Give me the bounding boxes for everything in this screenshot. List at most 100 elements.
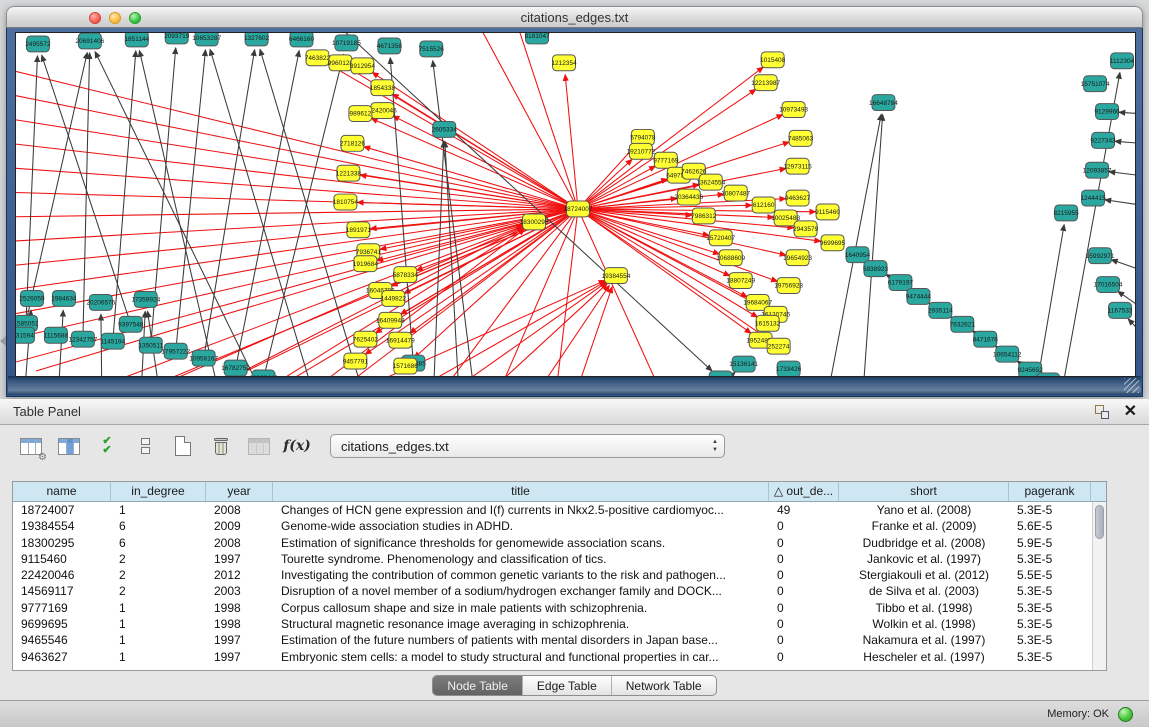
graph-node[interactable]: 9115460 xyxy=(815,204,840,220)
graph-node[interactable]: 17016504 xyxy=(1094,277,1123,293)
graph-node[interactable]: 16409948 xyxy=(376,312,405,328)
graph-node[interactable]: 18724007 xyxy=(564,201,593,217)
column-visibility-button[interactable] xyxy=(54,432,84,460)
graph-node[interactable]: 17957222 xyxy=(161,343,190,359)
cell-pagerank[interactable]: 5.3E-5 xyxy=(1009,551,1091,567)
graph-node[interactable]: 5878334 xyxy=(393,267,419,283)
cell-name[interactable]: 9465546 xyxy=(13,632,111,648)
graph-node[interactable]: 18807249 xyxy=(726,273,755,289)
graph-node[interactable]: 1115688 xyxy=(44,327,69,343)
cell-pagerank[interactable]: 5.3E-5 xyxy=(1009,600,1091,616)
graph-node[interactable]: 6179197 xyxy=(888,275,914,291)
graph-node[interactable]: 12093857 xyxy=(1083,162,1112,178)
cell-in-degree[interactable]: 1 xyxy=(111,632,206,648)
tab-edge-table[interactable]: Edge Table xyxy=(523,676,612,695)
table-row[interactable]: 946362711997Embryonic stem cells: a mode… xyxy=(13,649,1106,665)
graph-node[interactable]: 16648784 xyxy=(869,95,898,111)
cell-name[interactable]: 18300295 xyxy=(13,535,111,551)
column-header-pagerank[interactable]: pagerank xyxy=(1009,482,1091,501)
new-table-button[interactable] xyxy=(168,432,198,460)
cell-year[interactable]: 2012 xyxy=(206,567,273,583)
table-row[interactable]: 2242004622012Investigating the contribut… xyxy=(13,567,1106,583)
graph-node[interactable]: 5938923 xyxy=(863,261,889,277)
graph-node[interactable]: 10958167 xyxy=(189,350,218,366)
scrollbar-thumb[interactable] xyxy=(1095,505,1104,539)
cell-short[interactable]: Tibbo et al. (1998) xyxy=(839,600,1009,616)
delete-table-button[interactable] xyxy=(206,432,236,460)
graph-node[interactable]: 10807487 xyxy=(721,185,750,201)
cell-name[interactable]: 9115460 xyxy=(13,551,111,567)
table-selector-combobox[interactable]: citations_edges.txt ▲▼ xyxy=(330,434,725,458)
graph-node[interactable]: 10973493 xyxy=(779,102,808,118)
graph-node[interactable]: 20364436 xyxy=(674,189,703,205)
table-body[interactable]: 1872400712008Changes of HCN gene express… xyxy=(13,502,1106,665)
cell-out-de-[interactable]: 0 xyxy=(769,518,839,534)
cell-short[interactable]: de Silva et al. (2003) xyxy=(839,583,1009,599)
table-header-row[interactable]: namein_degreeyeartitle△ out_de...shortpa… xyxy=(13,482,1106,502)
graph-node[interactable]: 931594 xyxy=(16,327,34,343)
graph-node[interactable]: 2093719 xyxy=(164,33,190,44)
table-row[interactable]: 1872400712008Changes of HCN gene express… xyxy=(13,502,1106,518)
table-settings-button[interactable]: ⚙ xyxy=(16,432,46,460)
graph-node[interactable]: 1145194 xyxy=(100,333,125,349)
cell-title[interactable]: Estimation of the future numbers of pati… xyxy=(273,632,769,648)
graph-node[interactable]: 16782759 xyxy=(221,360,250,376)
cell-name[interactable]: 9699695 xyxy=(13,616,111,632)
graph-node[interactable]: 7485063 xyxy=(788,130,814,146)
graph-node[interactable]: 10654112 xyxy=(993,346,1022,362)
graph-node[interactable]: 9699695 xyxy=(820,235,846,251)
cell-name[interactable]: 18724007 xyxy=(13,502,111,518)
cell-in-degree[interactable]: 1 xyxy=(111,649,206,665)
cell-pagerank[interactable]: 5.3E-5 xyxy=(1009,649,1091,665)
graph-node[interactable]: 2605334 xyxy=(432,121,458,137)
table-row[interactable]: 911546021997Tourette syndrome. Phenomeno… xyxy=(13,551,1106,567)
graph-node[interactable]: 7986312 xyxy=(691,208,717,224)
cell-name[interactable]: 19384554 xyxy=(13,518,111,534)
cell-short[interactable]: Nakamura et al. (1997) xyxy=(839,632,1009,648)
graph-node[interactable]: 252274 xyxy=(767,338,790,354)
cell-year[interactable]: 2003 xyxy=(206,583,273,599)
graph-node[interactable]: 1167533 xyxy=(1108,302,1133,318)
cell-in-degree[interactable]: 2 xyxy=(111,583,206,599)
graph-node[interactable]: 17359924 xyxy=(131,291,160,307)
cell-in-degree[interactable]: 2 xyxy=(111,567,206,583)
graph-node[interactable]: 15720407 xyxy=(706,230,735,246)
graph-node[interactable]: 1854338 xyxy=(370,80,396,96)
cell-year[interactable]: 2009 xyxy=(206,518,273,534)
cell-short[interactable]: Hescheler et al. (1997) xyxy=(839,649,1009,665)
graph-node[interactable]: 1350511 xyxy=(138,337,163,353)
graph-node[interactable]: 1327602 xyxy=(244,33,270,46)
graph-node[interactable]: 612160 xyxy=(752,197,775,213)
cell-out-de-[interactable]: 0 xyxy=(769,583,839,599)
graph-node[interactable]: 989612 xyxy=(349,106,372,122)
cell-title[interactable]: Estimation of significance thresholds fo… xyxy=(273,535,769,551)
graph-node[interactable]: 9474444 xyxy=(906,289,932,305)
cell-in-degree[interactable]: 1 xyxy=(111,502,206,518)
cell-title[interactable]: Changes of HCN gene expression and I(f) … xyxy=(273,502,769,518)
graph-node[interactable]: 15751074 xyxy=(1081,76,1110,92)
graph-node[interactable]: 1919684 xyxy=(353,256,379,272)
graph-node[interactable]: 12342757 xyxy=(68,331,97,347)
column-header-in-degree[interactable]: in_degree xyxy=(111,482,206,501)
cell-pagerank[interactable]: 5.9E-5 xyxy=(1009,535,1091,551)
graph-node[interactable]: 1851144 xyxy=(124,33,149,47)
cell-name[interactable]: 22420046 xyxy=(13,567,111,583)
cell-in-degree[interactable]: 1 xyxy=(111,616,206,632)
citation-network-graph[interactable]: 2495572206914061851144209371910653287132… xyxy=(16,33,1135,376)
cell-year[interactable]: 1997 xyxy=(206,632,273,648)
graph-node[interactable]: 9227343 xyxy=(1090,132,1116,148)
graph-node[interactable]: 8471676 xyxy=(973,331,999,347)
cell-name[interactable]: 9777169 xyxy=(13,600,111,616)
cell-in-degree[interactable]: 6 xyxy=(111,518,206,534)
cell-year[interactable]: 1998 xyxy=(206,600,273,616)
graph-node[interactable]: 1221338 xyxy=(336,165,362,181)
tab-node-table[interactable]: Node Table xyxy=(433,676,523,695)
graph-node[interactable]: 1244415 xyxy=(1080,190,1106,206)
memory-ok-indicator[interactable] xyxy=(1118,707,1133,722)
cell-out-de-[interactable]: 0 xyxy=(769,535,839,551)
graph-node[interactable]: 1810754 xyxy=(333,194,359,210)
graph-node[interactable]: 1212354 xyxy=(551,55,577,71)
cell-out-de-[interactable]: 0 xyxy=(769,551,839,567)
cell-in-degree[interactable]: 6 xyxy=(111,535,206,551)
graph-node[interactable]: 15992971 xyxy=(1086,248,1115,264)
